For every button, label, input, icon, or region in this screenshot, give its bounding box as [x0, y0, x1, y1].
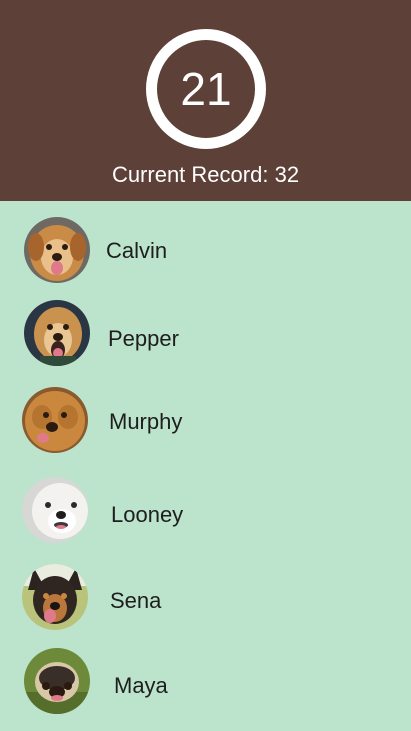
dog-row-pepper[interactable]: Pepper — [0, 293, 411, 377]
dog-row-looney[interactable]: Looney — [0, 469, 411, 553]
dog-list: Calvin Pepper Murphy Looney Sena Maya — [0, 201, 411, 731]
sena-avatar — [22, 564, 88, 630]
score-header: 21 Current Record: 32 — [0, 0, 411, 201]
dog-name-maya: Maya — [114, 673, 168, 698]
dog-name-calvin: Calvin — [106, 238, 168, 263]
dog-row-sena[interactable]: Sena — [0, 557, 411, 641]
dog-name-sena: Sena — [110, 588, 162, 613]
record-value: 32 — [274, 162, 300, 187]
dog-row-maya[interactable]: Maya — [0, 641, 411, 725]
maya-avatar — [24, 648, 90, 714]
dog-name-murphy: Murphy — [109, 409, 183, 434]
dog-row-murphy[interactable]: Murphy — [0, 379, 411, 463]
dog-row-calvin[interactable]: Calvin — [0, 209, 411, 293]
counter-value: 21 — [180, 63, 232, 115]
dog-name-pepper: Pepper — [108, 326, 179, 351]
current-record: Current Record: 32 — [0, 162, 411, 188]
counter-ring: 21 — [146, 29, 266, 149]
pepper-avatar — [24, 300, 90, 366]
record-label: Current Record: — [111, 162, 269, 187]
calvin-avatar — [24, 217, 90, 283]
looney-avatar — [22, 477, 88, 543]
dog-name-looney: Looney — [111, 502, 184, 527]
murphy-avatar — [22, 387, 88, 453]
